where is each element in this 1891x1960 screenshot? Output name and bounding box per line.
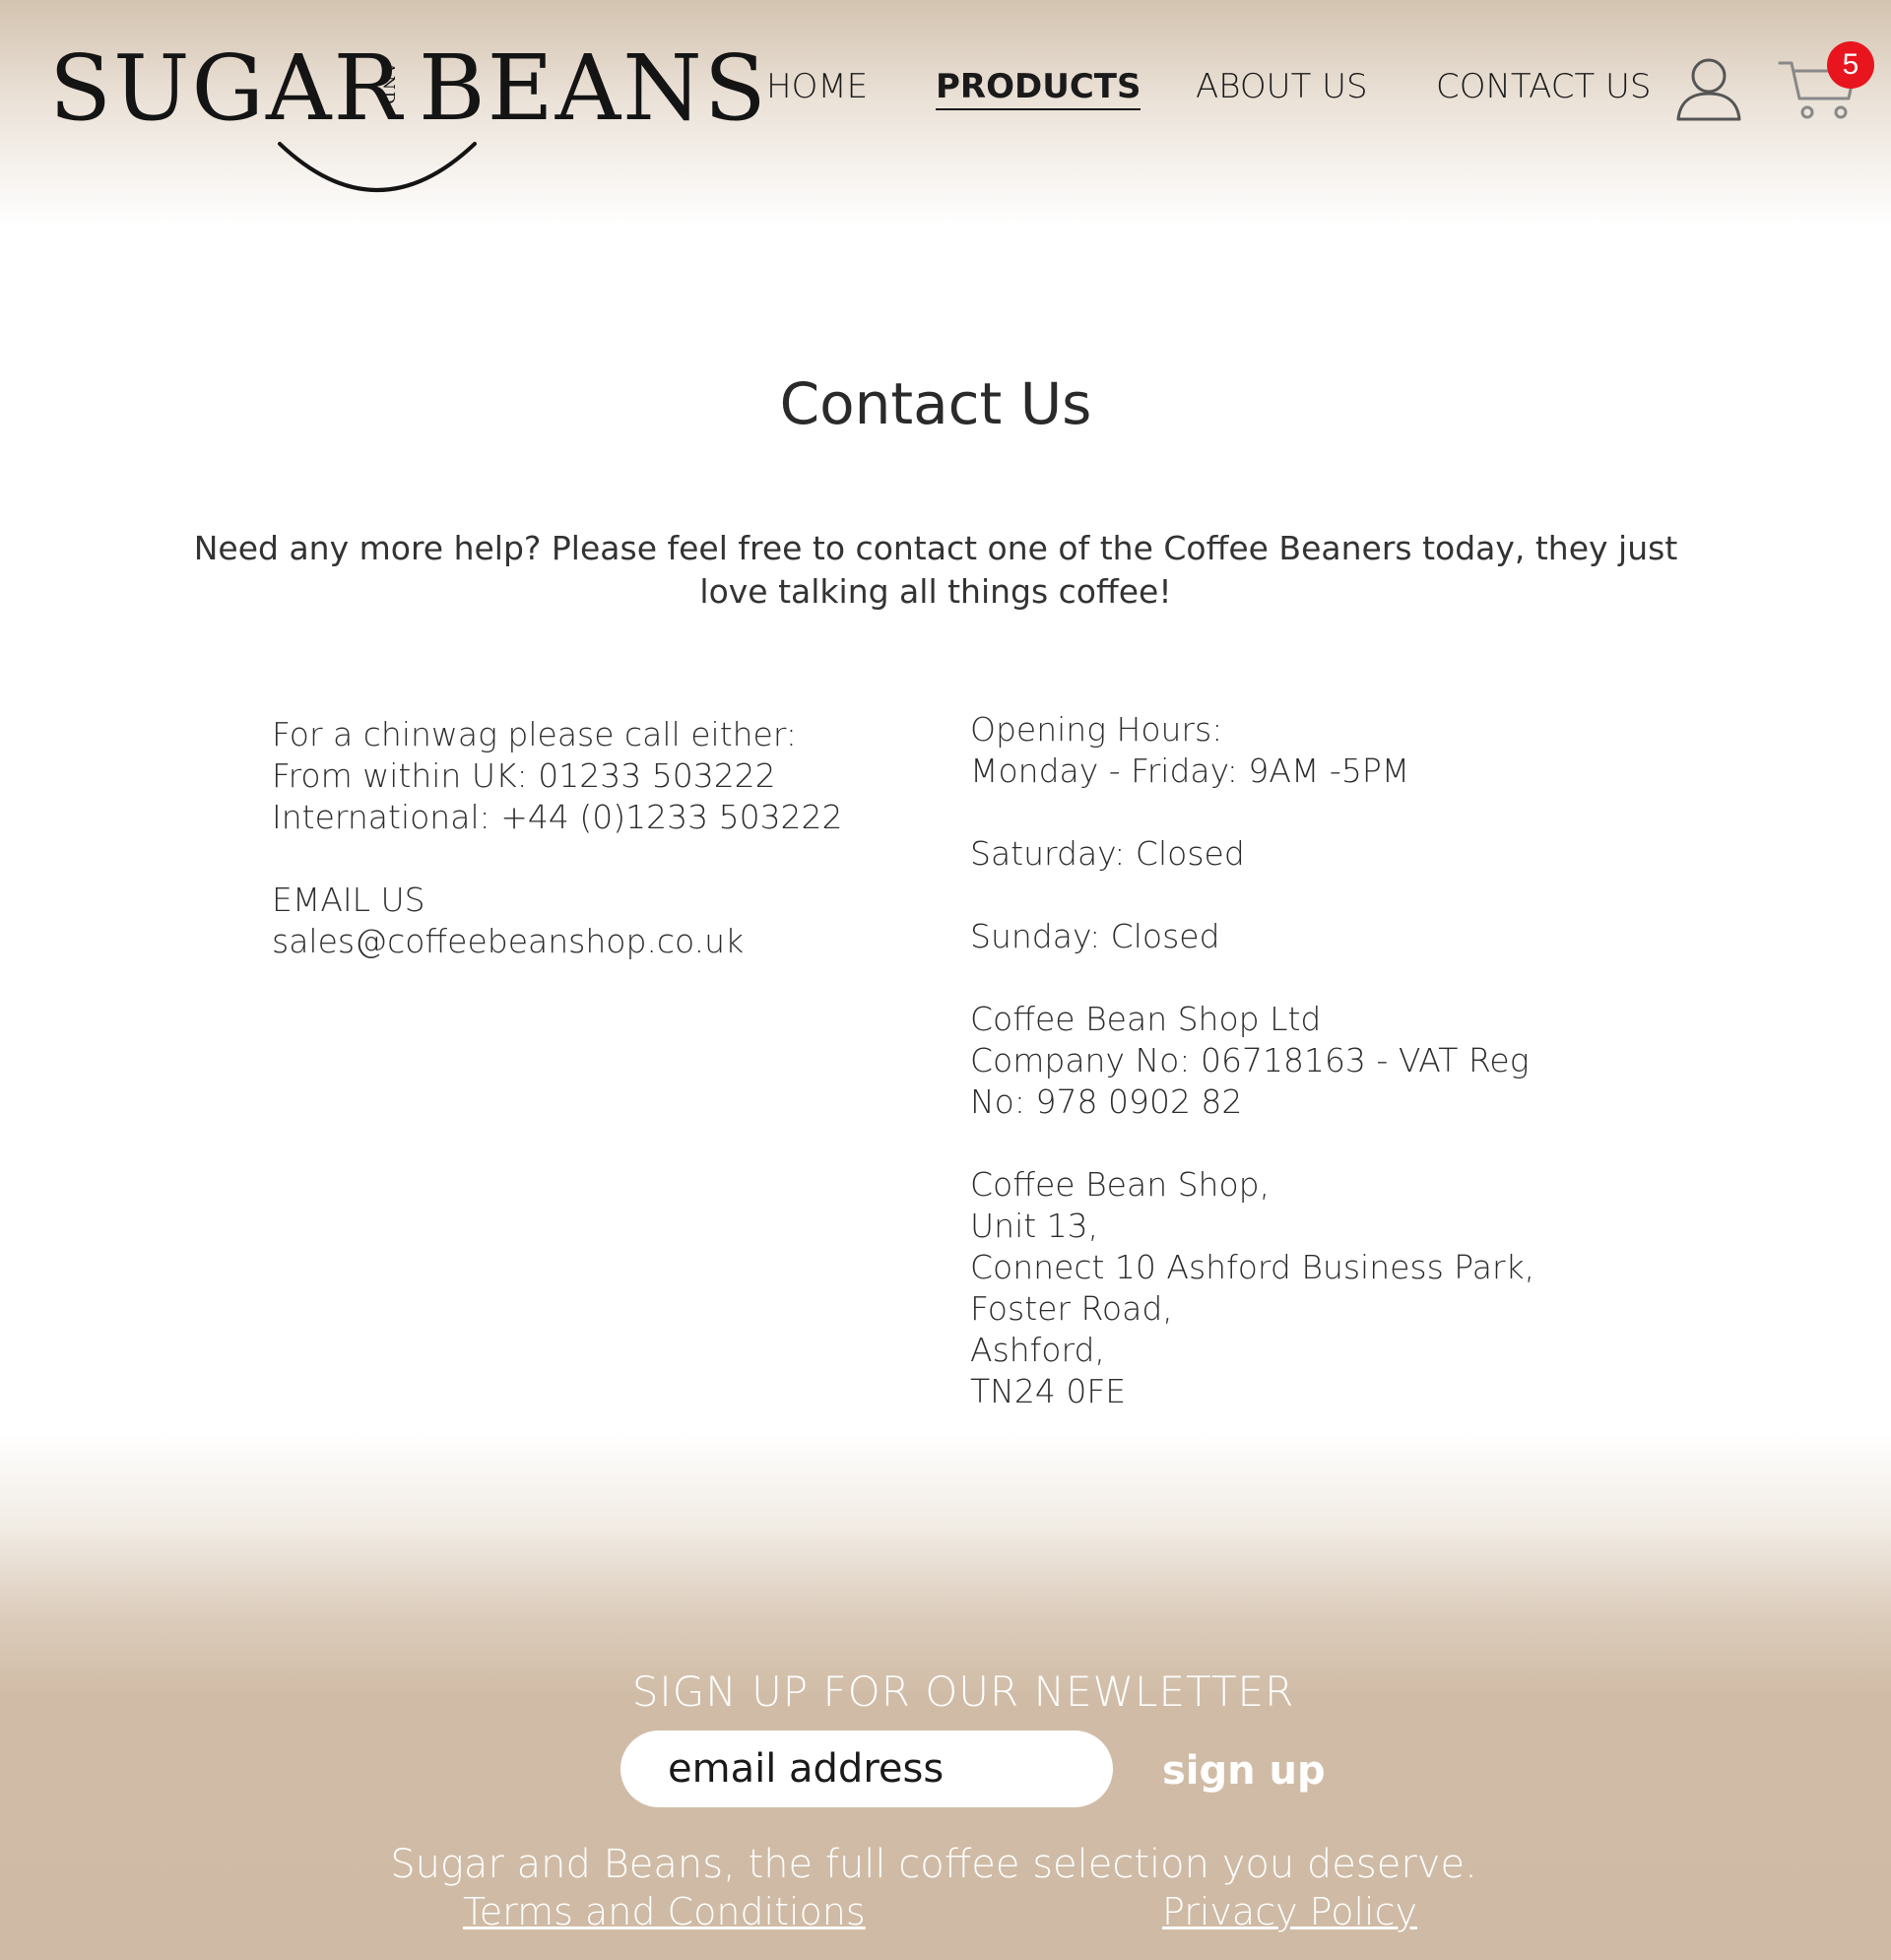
privacy-link[interactable]: Privacy Policy <box>1162 1887 1417 1936</box>
contact-column: For a chinwag please call either: From w… <box>272 714 902 962</box>
cart-button[interactable]: 5 <box>1778 39 1876 128</box>
uk-phone[interactable]: From within UK: 01233 503222 <box>272 755 902 797</box>
nav-about-us[interactable]: ABOUT US <box>1196 65 1368 108</box>
international-phone[interactable]: International: +44 (0)1233 503222 <box>272 797 902 838</box>
hours-heading: Opening Hours: <box>970 710 1223 749</box>
page-title: Contact Us <box>779 370 1092 437</box>
brand-logo[interactable]: SUGAR AND BEANS <box>49 35 766 217</box>
hours-weekdays: Monday - Friday: 9AM -5PM <box>970 751 1410 790</box>
newsletter-title: SIGN UP FOR OUR NEWLETTER <box>631 1667 1295 1716</box>
company-reg-line-1: Company No: 06718163 - VAT Reg <box>970 1041 1530 1079</box>
site-header: SUGAR AND BEANS HOME PRODUCTS ABOUT US C… <box>0 0 1891 227</box>
footer-tagline: Sugar and Beans, the full coffee selecti… <box>390 1842 1477 1887</box>
newsletter-email-input[interactable] <box>620 1731 1113 1807</box>
logo-word-beans: BEANS <box>419 35 768 141</box>
hours-column: Opening Hours: Monday - Friday: 9AM -5PM… <box>970 709 1660 1412</box>
nav-contact-us[interactable]: CONTACT US <box>1436 65 1652 108</box>
company-reg-line-2: No: 978 0902 82 <box>970 1082 1243 1121</box>
user-icon[interactable] <box>1674 54 1743 123</box>
hours-sunday: Sunday: Closed <box>970 917 1220 955</box>
address-line: Unit 13, <box>970 1207 1099 1245</box>
intro-text: Need any more help? Please feel free to … <box>193 529 1678 611</box>
address-line: Ashford, <box>970 1331 1105 1369</box>
terms-link[interactable]: Terms and Conditions <box>463 1887 866 1936</box>
email-link[interactable]: sales@coffeebeanshop.co.uk <box>272 921 902 962</box>
logo-word-and: AND <box>379 62 399 106</box>
email-heading: EMAIL US <box>272 881 425 919</box>
company-name: Coffee Bean Shop Ltd <box>970 1000 1322 1038</box>
nav-products[interactable]: PRODUCTS <box>936 65 1141 110</box>
address-line: TN24 0FE <box>970 1372 1127 1410</box>
signup-button[interactable]: sign up <box>1152 1743 1336 1798</box>
address-line: Connect 10 Ashford Business Park, <box>970 1248 1535 1286</box>
logo-smile-arc <box>278 142 477 192</box>
cart-count-badge: 5 <box>1827 41 1874 89</box>
logo-word-sugar: SUGAR <box>49 35 404 141</box>
nav-home[interactable]: HOME <box>766 65 868 108</box>
hours-saturday: Saturday: Closed <box>970 834 1245 873</box>
address-line: Foster Road, <box>970 1289 1173 1328</box>
call-heading: For a chinwag please call either: <box>272 715 797 753</box>
address-line: Coffee Bean Shop, <box>970 1165 1271 1204</box>
